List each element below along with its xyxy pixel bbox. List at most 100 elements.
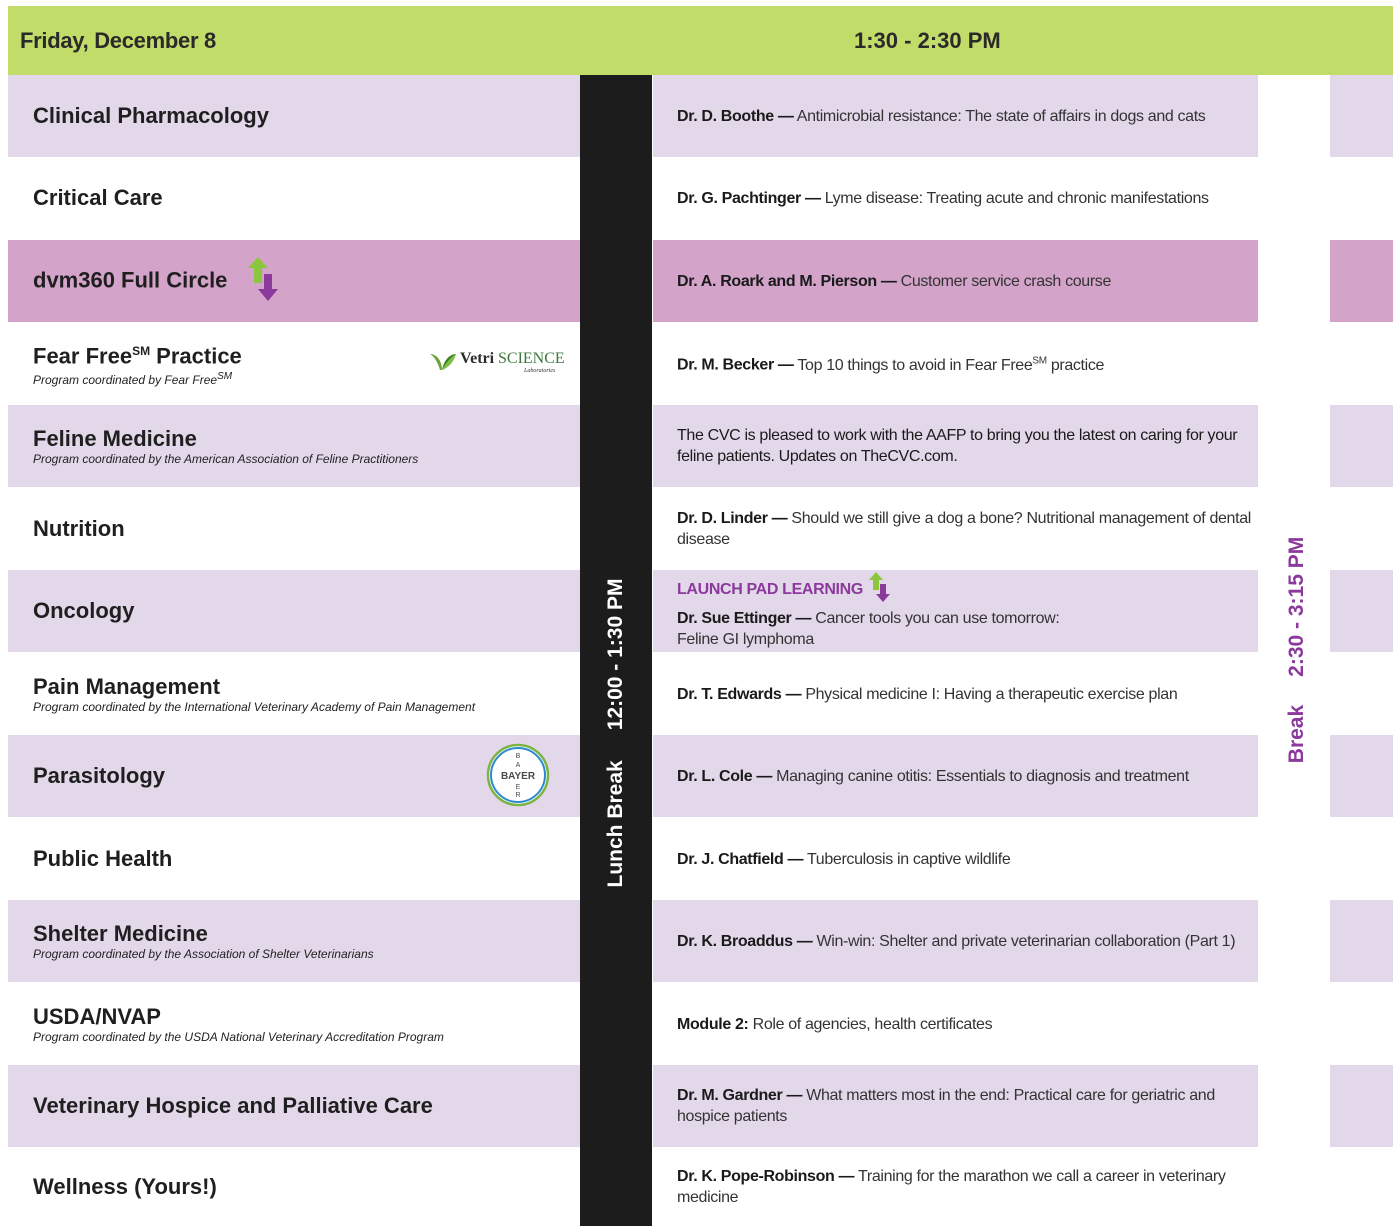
- bayer-logo: BAYER B A E R: [483, 740, 553, 810]
- service-mark: SM: [1032, 355, 1047, 367]
- schedule-row: Feline Medicine Program coordinated by t…: [8, 405, 1393, 487]
- service-mark: SM: [217, 370, 233, 382]
- track-name: dvm360 Full Circle: [33, 266, 228, 292]
- speaker: Dr. L. Cole —: [677, 767, 773, 785]
- session-info: Dr. K. Broaddus — Win-win: Shelter and p…: [677, 900, 1257, 982]
- science-wordmark: SCIENCE: [498, 350, 565, 367]
- track-name: Public Health: [33, 846, 173, 871]
- svg-text:A: A: [516, 762, 521, 769]
- session-title: Antimicrobial resistance: The state of a…: [793, 107, 1206, 125]
- break-title: Break: [1285, 704, 1308, 764]
- session-title-line2: Feline GI lymphoma: [677, 631, 814, 648]
- bayer-horizontal-text: BAYER: [501, 771, 536, 782]
- svg-text:E: E: [516, 784, 521, 791]
- program-coordinator: Program coordinated by the International…: [33, 699, 476, 714]
- time-slot-label: 1:30 - 2:30 PM: [854, 28, 1001, 53]
- lunch-break-column: Lunch Break 12:00 - 1:30 PM: [580, 75, 652, 1226]
- module-label: Module 2:: [677, 1015, 749, 1033]
- speaker: Dr. Sue Ettinger —: [677, 610, 812, 627]
- day-label: Friday, December 8: [20, 28, 216, 53]
- speaker: Dr. K. Broaddus —: [677, 932, 813, 950]
- lunch-break-label: Lunch Break 12:00 - 1:30 PM: [604, 579, 628, 888]
- session-title: Win-win: Shelter and private veterinaria…: [812, 932, 1236, 950]
- session-title: Role of agencies, health certificates: [748, 1015, 993, 1033]
- schedule-row: Pain Management Program coordinated by t…: [8, 653, 1393, 735]
- session-title: Cancer tools you can use tomorrow:: [811, 610, 1060, 627]
- service-mark: SM: [132, 344, 151, 359]
- speaker: Dr. G. Pachtinger —: [677, 189, 821, 207]
- speaker: Dr. M. Becker —: [677, 356, 794, 374]
- program-coordinator: Program coordinated by Fear Free: [33, 372, 218, 387]
- session-info: Dr. K. Pope-Robinson — Training for the …: [677, 1148, 1257, 1226]
- schedule-row: Wellness (Yours!) Dr. K. Pope-Robinson —…: [8, 1148, 1393, 1226]
- svg-text:B: B: [516, 753, 521, 760]
- track-name: Fear Free: [33, 343, 133, 369]
- track-name: Pain Management: [33, 673, 221, 699]
- session-info: Dr. A. Roark and M. Pierson — Customer s…: [677, 240, 1257, 322]
- track-name: Wellness (Yours!): [33, 1174, 217, 1199]
- program-coordinator: Program coordinated by the American Asso…: [33, 451, 419, 466]
- session-title: Managing canine otitis: Essentials to di…: [772, 767, 1189, 785]
- track-name: Veterinary Hospice and Palliative Care: [33, 1093, 433, 1118]
- track-name: USDA/NVAP: [33, 1003, 161, 1029]
- session-info: Dr. L. Cole — Managing canine otitis: Es…: [677, 735, 1257, 817]
- schedule-row: USDA/NVAP Program coordinated by the USD…: [8, 983, 1393, 1065]
- speaker: Dr. K. Pope-Robinson —: [677, 1168, 855, 1185]
- speaker: Dr. J. Chatfield —: [677, 850, 804, 868]
- session-info: Dr. T. Edwards — Physical medicine I: Ha…: [677, 653, 1257, 735]
- track-name-tail: Practice: [150, 343, 242, 369]
- track-name: Clinical Pharmacology: [33, 103, 269, 128]
- schedule-row: Oncology LAUNCH PAD LEARNING Dr. Sue Ett…: [8, 570, 1393, 652]
- session-info: Dr. D. Linder — Should we still give a d…: [677, 488, 1257, 570]
- track-name: Shelter Medicine: [33, 920, 208, 946]
- schedule-row: Shelter Medicine Program coordinated by …: [8, 900, 1393, 982]
- session-info: LAUNCH PAD LEARNING Dr. Sue Ettinger — C…: [677, 570, 1257, 652]
- session-info: Dr. D. Boothe — Antimicrobial resistance…: [677, 75, 1257, 157]
- session-note: The CVC is pleased to work with the AAFP…: [677, 427, 1238, 465]
- schedule-row: dvm360 Full Circle Dr. A. Roark and M. P…: [8, 240, 1393, 322]
- schedule-row: Nutrition Dr. D. Linder — Should we stil…: [8, 488, 1393, 570]
- schedule-row: Veterinary Hospice and Palliative Care D…: [8, 1065, 1393, 1147]
- track-name: Critical Care: [33, 185, 163, 210]
- schedule-row: Parasitology BAYER B A E R Dr. L. Cole —…: [8, 735, 1393, 817]
- lunch-break-time: 12:00 - 1:30 PM: [604, 578, 627, 731]
- session-title-tail: practice: [1046, 356, 1105, 374]
- speaker: Dr. A. Roark and M. Pierson —: [677, 272, 897, 290]
- program-coordinator: Program coordinated by the USDA National…: [33, 1029, 444, 1044]
- session-info: The CVC is pleased to work with the AAFP…: [677, 405, 1257, 487]
- laboratories-wordmark: Laboratories: [524, 368, 556, 374]
- program-coordinator: Program coordinated by the Association o…: [33, 946, 374, 961]
- up-down-arrows-icon: [869, 572, 891, 608]
- vetri-wordmark: Vetri: [460, 350, 495, 367]
- svg-text:R: R: [515, 792, 520, 799]
- schedule-row: Critical Care Dr. G. Pachtinger — Lyme d…: [8, 157, 1393, 239]
- session-title: Tuberculosis in captive wildlife: [803, 850, 1011, 868]
- launch-pad-tag: LAUNCH PAD LEARNING: [677, 581, 863, 599]
- track-name: Feline Medicine: [33, 425, 197, 451]
- track-name: Nutrition: [33, 516, 125, 541]
- speaker: Dr. T. Edwards —: [677, 685, 802, 703]
- break-time: 2:30 - 3:15 PM: [1285, 536, 1308, 677]
- lunch-break-title: Lunch Break: [604, 760, 627, 888]
- session-title: Physical medicine I: Having a therapeuti…: [801, 685, 1178, 703]
- up-down-arrows-icon: [247, 256, 282, 306]
- vetriscience-logo: Vetri SCIENCE Laboratories: [428, 348, 578, 378]
- track-name: Oncology: [33, 598, 135, 623]
- session-info: Dr. M. Gardner — What matters most in th…: [677, 1065, 1257, 1147]
- break-label: Break 2:30 - 3:15 PM: [1285, 537, 1309, 763]
- session-title: Top 10 things to avoid in Fear Free: [793, 356, 1033, 374]
- session-title: Lyme disease: Treating acute and chronic…: [820, 189, 1209, 207]
- speaker: Dr. D. Boothe —: [677, 107, 794, 125]
- session-info: Dr. G. Pachtinger — Lyme disease: Treati…: [677, 157, 1257, 239]
- schedule-header: Friday, December 8 1:30 - 2:30 PM: [8, 6, 1393, 75]
- session-info: Dr. J. Chatfield — Tuberculosis in capti…: [677, 818, 1257, 900]
- speaker: Dr. M. Gardner —: [677, 1087, 803, 1104]
- speaker: Dr. D. Linder —: [677, 510, 788, 527]
- schedule-row: Public Health Dr. J. Chatfield — Tubercu…: [8, 818, 1393, 900]
- schedule-row: Clinical Pharmacology Dr. D. Boothe — An…: [8, 75, 1393, 157]
- track-name-line: dvm360 Full Circle: [33, 256, 573, 306]
- schedule-row: Fear FreeSM Practice Program coordinated…: [8, 322, 1393, 404]
- session-info: Dr. M. Becker — Top 10 things to avoid i…: [677, 322, 1257, 404]
- session-title: Customer service crash course: [896, 272, 1112, 290]
- session-info: Module 2: Role of agencies, health certi…: [677, 983, 1257, 1065]
